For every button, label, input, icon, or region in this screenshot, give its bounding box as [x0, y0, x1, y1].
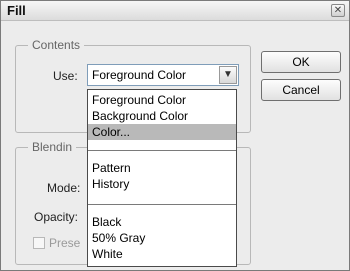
contents-legend: Contents [28, 38, 85, 52]
option-black[interactable]: Black [88, 214, 236, 230]
preserve-label: Prese [49, 236, 81, 250]
preserve-checkbox[interactable] [33, 237, 45, 249]
option-50-gray[interactable]: 50% Gray [88, 230, 236, 246]
use-label: Use: [53, 69, 78, 83]
option-pattern[interactable]: Pattern [88, 160, 236, 176]
close-icon[interactable]: ✕ [331, 4, 345, 17]
cancel-button[interactable]: Cancel [261, 79, 341, 101]
use-dropdown-list[interactable]: Foreground Color Background Color Color.… [87, 89, 237, 267]
opacity-label: Opacity: [34, 210, 79, 224]
list-separator [88, 204, 236, 205]
dialog-title: Fill [7, 3, 26, 18]
use-select[interactable]: Foreground Color ▼ [87, 64, 239, 86]
chevron-down-icon[interactable]: ▼ [219, 66, 237, 84]
option-history[interactable]: History [88, 176, 236, 192]
list-separator [88, 150, 236, 151]
option-foreground-color[interactable]: Foreground Color [88, 92, 236, 108]
mode-label: Mode: [47, 181, 81, 195]
option-background-color[interactable]: Background Color [88, 108, 236, 124]
ok-button[interactable]: OK [261, 51, 341, 73]
use-select-value: Foreground Color [92, 68, 187, 82]
blending-legend: Blendin [28, 140, 77, 154]
option-white[interactable]: White [88, 246, 236, 262]
fill-dialog: Fill ✕ Contents Use: Foreground Color ▼ … [0, 0, 350, 271]
title-bar[interactable]: Fill ✕ [1, 1, 349, 21]
option-color[interactable]: Color... [88, 124, 236, 140]
